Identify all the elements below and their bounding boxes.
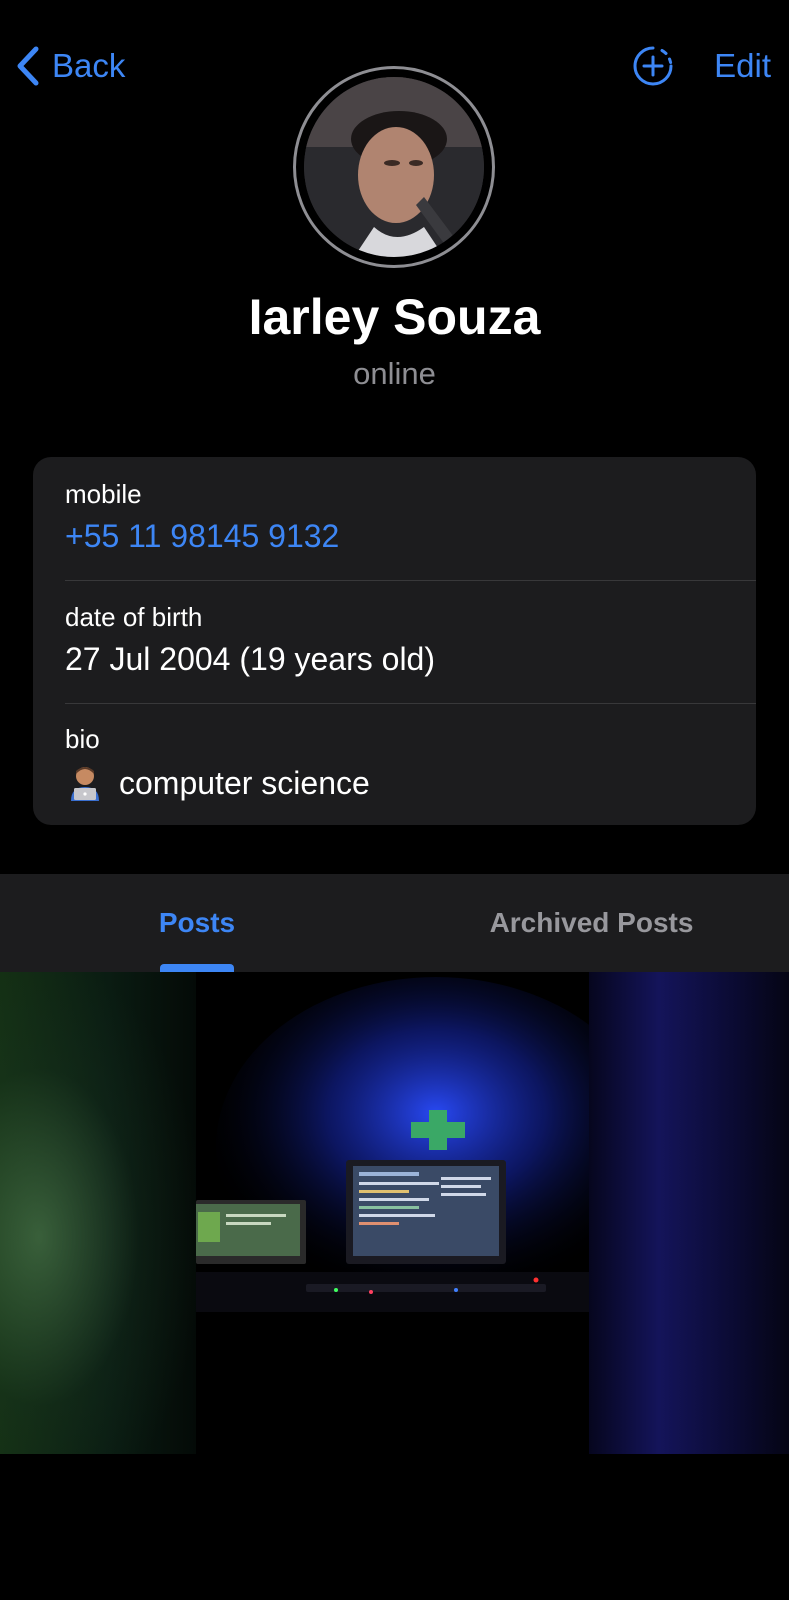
post-thumbnail[interactable] <box>589 972 789 1454</box>
mobile-value[interactable]: +55 11 98145 9132 <box>65 518 339 555</box>
active-tab-indicator <box>160 964 234 972</box>
bio-value-line: computer science <box>65 763 370 803</box>
profile-status: online <box>353 356 436 391</box>
dob-label: date of birth <box>65 602 203 632</box>
technologist-emoji-icon <box>71 767 99 801</box>
post-image <box>196 972 589 1454</box>
info-row-dob: date of birth 27 Jul 2004 (19 years old) <box>65 580 756 704</box>
back-label: Back <box>52 47 126 84</box>
profile-name: Iarley Souza <box>248 289 541 345</box>
back-button[interactable]: Back <box>14 42 125 90</box>
tab-archived-posts[interactable]: Archived Posts <box>394 874 789 972</box>
avatar-image <box>304 77 484 257</box>
mobile-label: mobile <box>65 479 142 509</box>
tabs-bar: Posts Archived Posts <box>0 874 789 972</box>
posts-grid <box>0 972 789 1454</box>
info-row-bio: bio computer science <box>65 703 756 825</box>
add-story-icon[interactable] <box>632 45 674 87</box>
bio-value: computer science <box>119 764 370 801</box>
edit-button[interactable]: Edit <box>714 47 771 85</box>
post-thumbnail[interactable] <box>196 972 589 1454</box>
nav-actions: Edit <box>632 42 771 90</box>
avatar-ring[interactable] <box>293 66 495 268</box>
chevron-left-icon <box>17 46 39 86</box>
avatar <box>304 77 484 257</box>
dob-value: 27 Jul 2004 (19 years old) <box>65 641 435 677</box>
bio-label: bio <box>65 724 100 754</box>
post-thumbnail[interactable] <box>0 972 196 1454</box>
tab-posts[interactable]: Posts <box>0 874 394 972</box>
info-card: mobile +55 11 98145 9132 date of birth 2… <box>33 457 756 825</box>
info-row-mobile[interactable]: mobile +55 11 98145 9132 <box>65 457 756 580</box>
